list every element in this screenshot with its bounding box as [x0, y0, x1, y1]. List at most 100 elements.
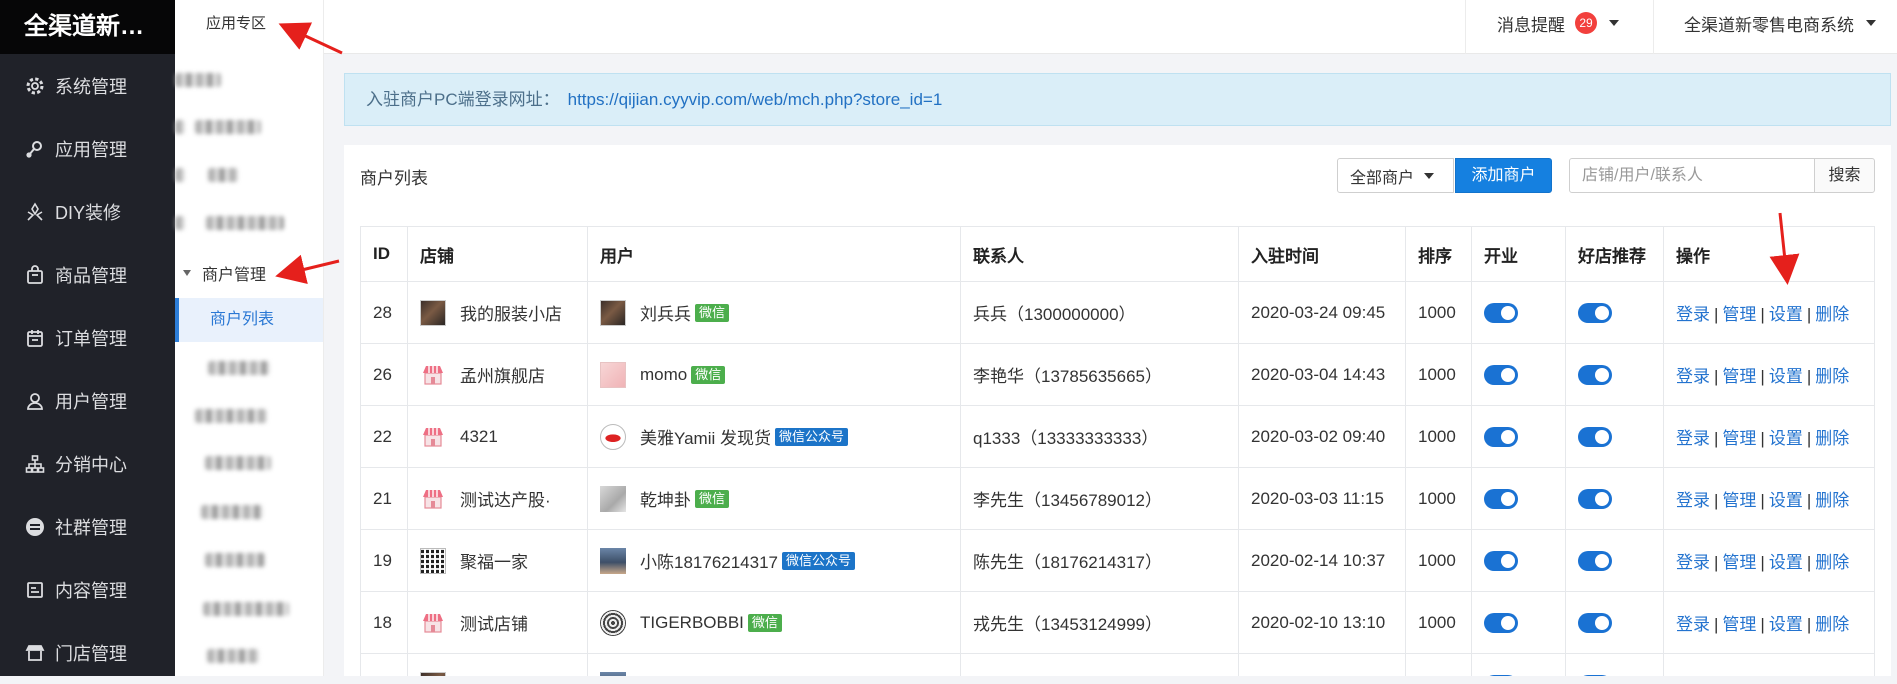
user-source-badge: 微信: [695, 303, 730, 322]
settings-link[interactable]: 设置: [1769, 429, 1803, 448]
recommend-toggle[interactable]: [1578, 302, 1612, 323]
blurred-menu-item[interactable]: [207, 649, 259, 663]
delete-link[interactable]: 删除: [1815, 615, 1849, 634]
manage-link[interactable]: 管理: [1722, 367, 1756, 386]
cell-user: 刘兵兵 微信: [587, 281, 961, 344]
shop-icon: [420, 486, 446, 512]
app-logo[interactable]: 全渠道新…: [0, 0, 175, 54]
cell-open: [1471, 653, 1566, 676]
blurred-menu-item[interactable]: [175, 168, 185, 182]
recommend-toggle[interactable]: [1578, 426, 1612, 447]
blurred-menu-item[interactable]: [175, 120, 185, 134]
manage-link[interactable]: 管理: [1722, 615, 1756, 634]
login-link[interactable]: 登录: [1676, 553, 1710, 572]
blurred-menu-item[interactable]: [175, 73, 221, 87]
content-icon: [25, 580, 45, 600]
manage-link[interactable]: 管理: [1722, 553, 1756, 572]
settings-link[interactable]: 设置: [1769, 491, 1803, 510]
blurred-menu-item[interactable]: [208, 361, 270, 375]
open-toggle[interactable]: [1484, 302, 1518, 323]
subnav-group-merchant[interactable]: 商户管理: [175, 258, 324, 288]
manage-link[interactable]: 管理: [1722, 491, 1756, 510]
separator: |: [1760, 305, 1765, 324]
sidebar-item-apps[interactable]: 应用管理: [0, 117, 175, 180]
cell-id: 19: [360, 529, 408, 592]
search-button[interactable]: 搜索: [1814, 158, 1875, 193]
subnav-item-merchant-list[interactable]: 商户列表: [175, 298, 323, 342]
manage-link[interactable]: 管理: [1722, 305, 1756, 324]
sidebar-item-label: 内容管理: [55, 580, 127, 601]
separator: |: [1714, 491, 1719, 510]
system-dropdown[interactable]: 全渠道新零售电商系统: [1684, 0, 1876, 46]
blurred-menu-item[interactable]: [203, 602, 289, 616]
user-name: momo: [640, 364, 688, 384]
merchant-filter-dropdown[interactable]: 全部商户: [1337, 158, 1454, 193]
header-divider: [1465, 0, 1466, 54]
blurred-menu-item[interactable]: [175, 216, 185, 230]
blurred-menu-item[interactable]: [205, 553, 265, 567]
sidebar-item-content[interactable]: 内容管理: [0, 558, 175, 621]
delete-link[interactable]: 删除: [1815, 305, 1849, 324]
blurred-menu-item[interactable]: [195, 120, 261, 134]
store-name: 孟州旗舰店: [460, 367, 545, 386]
login-link[interactable]: 登录: [1676, 429, 1710, 448]
blurred-menu-item[interactable]: [201, 505, 263, 519]
delete-link[interactable]: 删除: [1815, 491, 1849, 510]
cell-open: [1471, 405, 1566, 468]
recommend-toggle[interactable]: [1578, 488, 1612, 509]
sidebar-item-diy[interactable]: DIY装修: [0, 180, 175, 243]
sidebar-item-label: 商品管理: [55, 265, 127, 286]
recommend-toggle[interactable]: [1578, 612, 1612, 633]
login-link[interactable]: 登录: [1676, 305, 1710, 324]
notice-url-link[interactable]: https://qijian.cyyvip.com/web/mch.php?st…: [568, 90, 943, 109]
cell-id: 28: [360, 281, 408, 344]
open-toggle[interactable]: [1484, 488, 1518, 509]
sidebar-item-stores[interactable]: 门店管理: [0, 621, 175, 684]
table-row: 21 测试达产股· 乾坤卦 微信 李先生（13456789012） 2020-0…: [360, 467, 1875, 530]
cell-id: 18: [360, 591, 408, 654]
login-link[interactable]: 登录: [1676, 491, 1710, 510]
messages-label: 消息提醒: [1497, 15, 1565, 35]
open-toggle[interactable]: [1484, 612, 1518, 633]
settings-link[interactable]: 设置: [1769, 367, 1803, 386]
settings-link[interactable]: 设置: [1769, 305, 1803, 324]
recommend-toggle[interactable]: [1578, 364, 1612, 385]
system-name: 全渠道新零售电商系统: [1684, 15, 1854, 35]
cell-sort: 1000: [1405, 591, 1472, 654]
open-toggle[interactable]: [1484, 426, 1518, 447]
column-header-store: 店铺: [407, 226, 588, 282]
separator: |: [1714, 367, 1719, 386]
open-toggle[interactable]: [1484, 550, 1518, 571]
add-merchant-button[interactable]: 添加商户: [1455, 158, 1552, 193]
header-divider: [1653, 0, 1654, 54]
messages-dropdown[interactable]: 消息提醒 29: [1497, 0, 1619, 46]
delete-link[interactable]: 删除: [1815, 367, 1849, 386]
sidebar-item-community[interactable]: 社群管理: [0, 495, 175, 558]
sidebar-item-system[interactable]: 系统管理: [0, 54, 175, 117]
sidebar-item-orders[interactable]: 订单管理: [0, 306, 175, 369]
blurred-menu-item[interactable]: [208, 168, 238, 182]
separator: |: [1806, 367, 1812, 386]
blurred-menu-item[interactable]: [195, 409, 267, 423]
blurred-menu-item[interactable]: [205, 456, 271, 470]
shop-icon: [420, 362, 446, 388]
settings-link[interactable]: 设置: [1769, 615, 1803, 634]
blurred-menu-item[interactable]: [206, 216, 284, 230]
sidebar-item-goods[interactable]: 商品管理: [0, 243, 175, 306]
login-link[interactable]: 登录: [1676, 615, 1710, 634]
search-input[interactable]: [1569, 158, 1815, 193]
open-toggle[interactable]: [1484, 364, 1518, 385]
delete-link[interactable]: 删除: [1815, 429, 1849, 448]
delete-link[interactable]: 删除: [1815, 553, 1849, 572]
top-header: 消息提醒 29 全渠道新零售电商系统: [324, 0, 1897, 54]
subnav-app-zone[interactable]: 应用专区: [206, 12, 266, 33]
sidebar-item-users[interactable]: 用户管理: [0, 369, 175, 432]
separator: |: [1714, 429, 1719, 448]
cell-actions: 登录|管理|设置|删除: [1663, 281, 1875, 344]
manage-link[interactable]: 管理: [1722, 429, 1756, 448]
user-avatar: [600, 547, 626, 574]
settings-link[interactable]: 设置: [1769, 553, 1803, 572]
sidebar-item-distribution[interactable]: 分销中心: [0, 432, 175, 495]
login-link[interactable]: 登录: [1676, 367, 1710, 386]
recommend-toggle[interactable]: [1578, 550, 1612, 571]
